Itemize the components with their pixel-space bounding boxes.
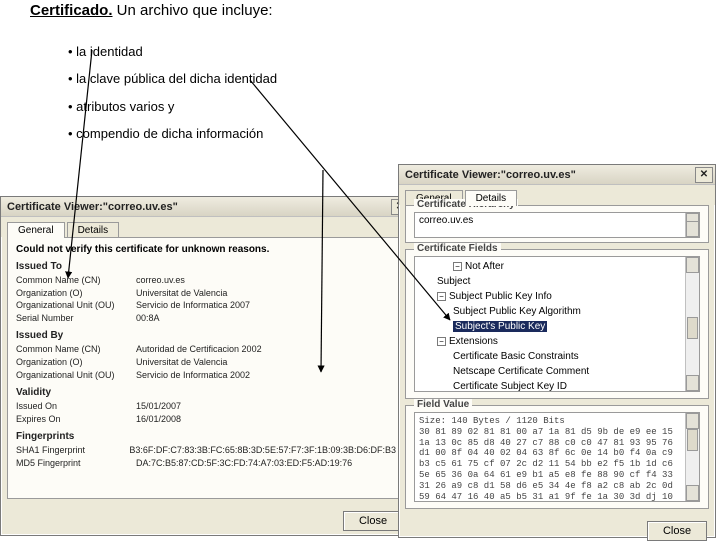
hierarchy-root[interactable]: correo.uv.es [419, 215, 473, 226]
kv-row: Issued On15/01/2007 [16, 400, 396, 413]
tree-node[interactable]: Certificate Subject Key ID [419, 379, 695, 392]
kv-row: Common Name (CN)Autoridad de Certificaci… [16, 343, 396, 356]
hex-line: 5e 65 36 0a 64 61 e9 b1 a5 e8 fe 88 90 c… [419, 470, 695, 481]
tab-general[interactable]: General [7, 222, 65, 238]
fields-label: Certificate Fields [414, 243, 501, 254]
close-icon[interactable]: ✕ [695, 167, 713, 183]
cert-viewer-details-window: Certificate Viewer:"correo.uv.es" ✕ Gene… [398, 164, 716, 538]
kv-row: Expires On16/01/2008 [16, 413, 396, 426]
hex-line: d1 00 8f 04 40 02 04 63 8f 6c 0e 14 b0 f… [419, 448, 695, 459]
kv-row: Organization (O)Universitat de Valencia [16, 287, 396, 300]
tab-details[interactable]: Details [67, 222, 120, 238]
tree-node[interactable]: Netscape Certificate Comment [419, 364, 695, 379]
fingerprints-heading: Fingerprints [16, 431, 396, 442]
kv-row: Organizational Unit (OU)Servicio de Info… [16, 299, 396, 312]
collapse-icon[interactable]: − [437, 337, 446, 346]
kv-row: Organizational Unit (OU)Servicio de Info… [16, 369, 396, 382]
issued-to-heading: Issued To [16, 261, 396, 272]
general-panel: Could not verify this certificate for un… [7, 237, 405, 499]
collapse-icon[interactable]: − [437, 292, 446, 301]
tab-details[interactable]: Details [465, 190, 518, 206]
close-button[interactable]: Close [647, 521, 707, 541]
fields-tree-box[interactable]: −Not After Subject −Subject Public Key I… [414, 256, 700, 392]
tree-node[interactable]: −Not After [419, 259, 695, 274]
bullet-item: • atributos varios y [68, 93, 277, 120]
tree-node-selected[interactable]: Subject's Public Key [419, 319, 695, 334]
title-rest: Un archivo que incluye: [113, 2, 273, 19]
value-group: Field Value Size: 140 Bytes / 1120 Bits … [405, 405, 709, 509]
hex-line: 1a 13 0c 85 d8 40 27 c7 88 c0 c0 47 81 9… [419, 438, 695, 449]
button-bar: Close [399, 515, 715, 547]
window-title: Certificate Viewer:"correo.uv.es" [7, 201, 178, 213]
scrollbar[interactable] [685, 257, 699, 391]
verify-status: Could not verify this certificate for un… [16, 244, 396, 255]
hex-line: Size: 140 Bytes / 1120 Bits [419, 416, 695, 427]
hex-line: b3 c5 61 75 cf 07 2c d2 11 54 bb e2 f5 1… [419, 459, 695, 470]
bullet-item: • compendio de dicha información [68, 120, 277, 147]
scrollbar[interactable] [685, 213, 699, 237]
kv-row: Serial Number00:8A [16, 312, 396, 325]
fields-group: Certificate Fields −Not After Subject −S… [405, 249, 709, 399]
titlebar[interactable]: Certificate Viewer:"correo.uv.es" ✕ [1, 197, 411, 217]
hierarchy-group: Certificate Hierarchy correo.uv.es [405, 205, 709, 243]
value-label: Field Value [414, 399, 472, 410]
titlebar[interactable]: Certificate Viewer:"correo.uv.es" ✕ [399, 165, 715, 185]
hex-line: 30 81 89 02 81 81 00 a7 1a 81 d5 9b de e… [419, 427, 695, 438]
title-bold: Certificado. [30, 2, 113, 19]
kv-row: Organization (O)Universitat de Valencia [16, 356, 396, 369]
tabs: General Details [1, 217, 411, 237]
slide-bullets: • la identidad • la clave pública del di… [68, 38, 277, 147]
validity-heading: Validity [16, 387, 396, 398]
tree-node[interactable]: −Subject Public Key Info [419, 289, 695, 304]
hierarchy-box[interactable]: correo.uv.es [414, 212, 700, 238]
kv-row: MD5 FingerprintDA:7C:B5:87:CD:5F:3C:FD:7… [16, 457, 396, 470]
tree-node[interactable]: Subject Public Key Algorithm [419, 304, 695, 319]
cert-viewer-general-window: Certificate Viewer:"correo.uv.es" ✕ Gene… [0, 196, 412, 536]
collapse-icon[interactable]: − [453, 262, 462, 271]
kv-row: Common Name (CN)correo.uv.es [16, 274, 396, 287]
button-bar: Close [1, 505, 411, 537]
scrollbar[interactable] [685, 413, 699, 501]
hex-line: 59 64 47 16 40 a5 b5 31 a1 9f fe 1a 30 3… [419, 492, 695, 502]
tree-node[interactable]: Subject [419, 274, 695, 289]
kv-row: SHA1 FingerprintB3:6F:DF:C7:83:3B:FC:65:… [16, 444, 396, 457]
window-title: Certificate Viewer:"correo.uv.es" [405, 169, 576, 181]
issued-by-heading: Issued By [16, 330, 396, 341]
fields-tree[interactable]: −Not After Subject −Subject Public Key I… [419, 259, 695, 392]
close-button[interactable]: Close [343, 511, 403, 531]
bullet-item: • la clave pública del dicha identidad [68, 65, 277, 92]
tree-node[interactable]: Certificate Basic Constraints [419, 349, 695, 364]
tree-node[interactable]: −Extensions [419, 334, 695, 349]
bullet-item: • la identidad [68, 38, 277, 65]
field-value-box[interactable]: Size: 140 Bytes / 1120 Bits 30 81 89 02 … [414, 412, 700, 502]
slide-title: Certificado. Un archivo que incluye: [30, 2, 273, 19]
hex-line: 31 26 a9 c8 d1 58 d6 e5 34 4e f8 a2 c8 a… [419, 481, 695, 492]
